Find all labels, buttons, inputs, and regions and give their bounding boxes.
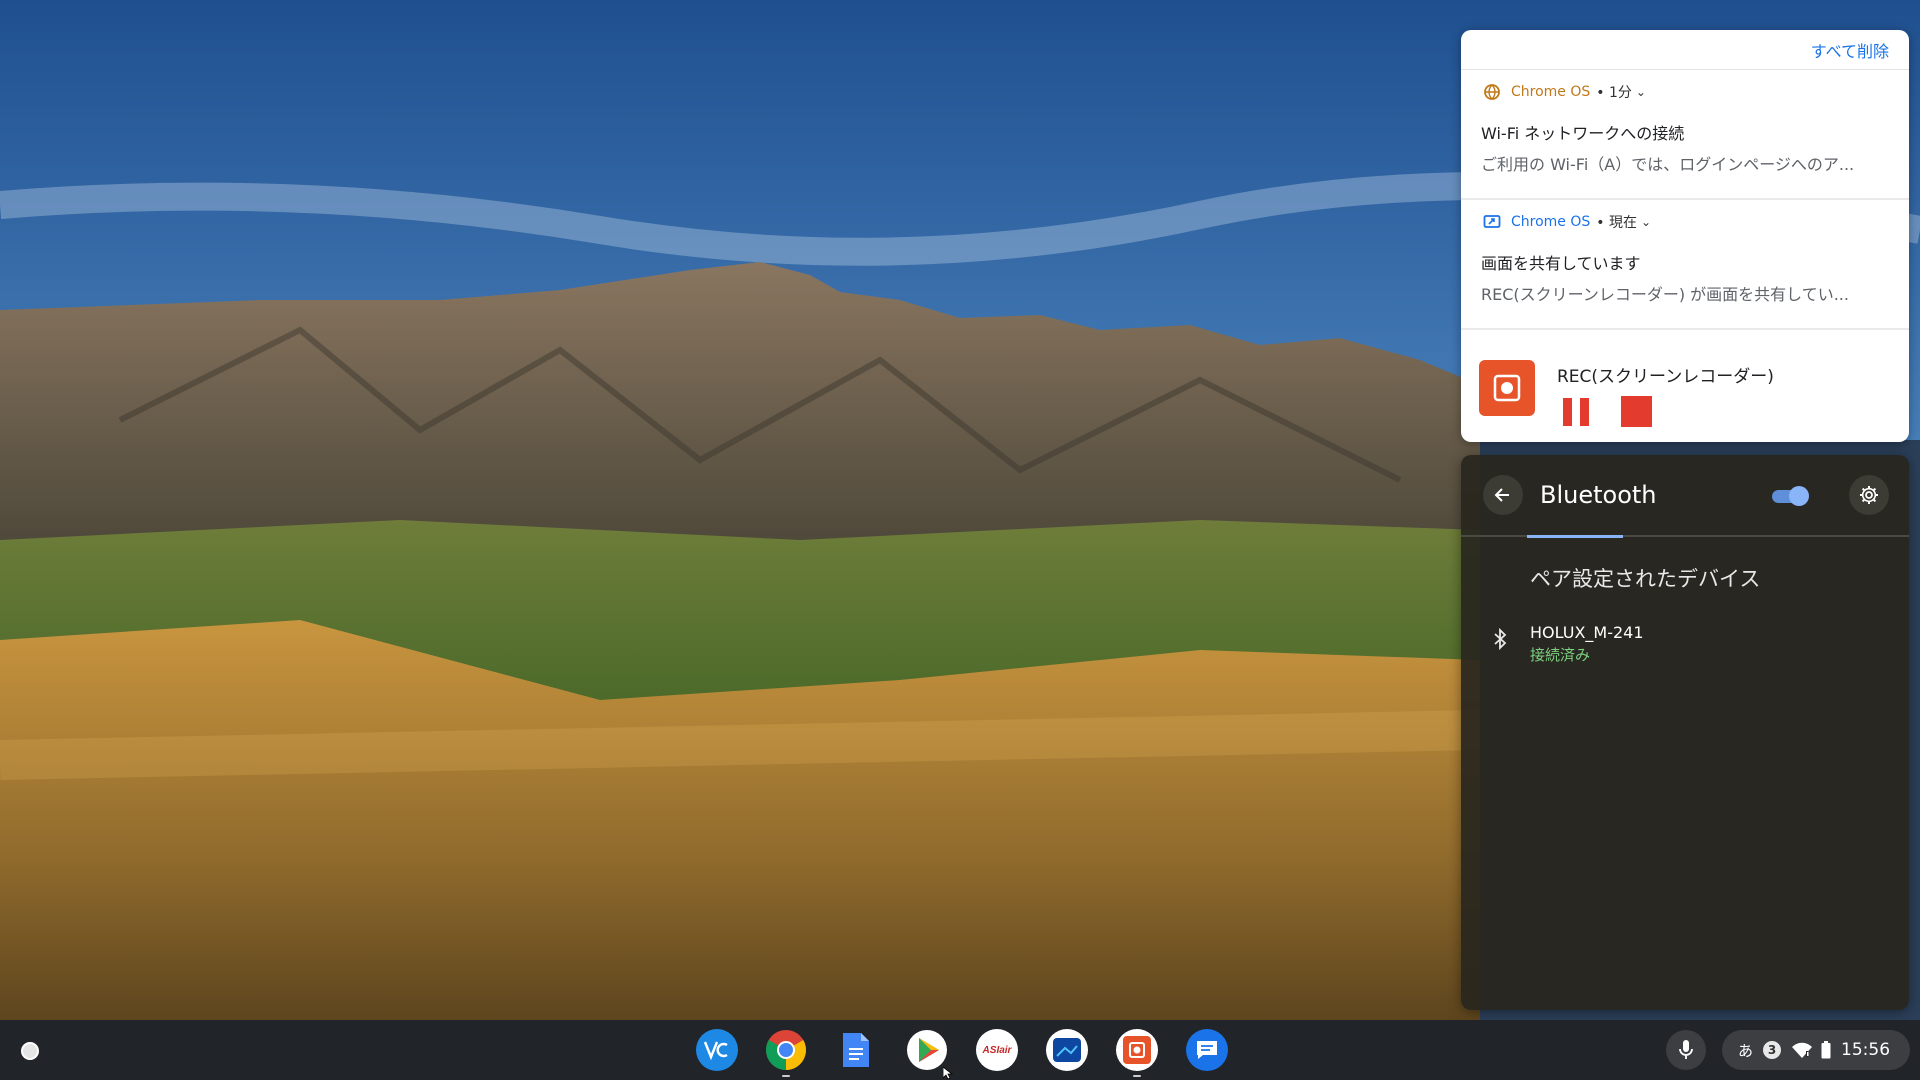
notification-time: • 1分 (1596, 85, 1632, 101)
recorder-notification[interactable]: REC(スクリーンレコーダー) (1461, 330, 1909, 442)
notification-source: Chrome OS (1511, 214, 1591, 230)
play-store-app-icon[interactable] (906, 1029, 948, 1071)
bluetooth-title: Bluetooth (1540, 481, 1657, 509)
bluetooth-icon (1489, 627, 1511, 651)
launcher-icon (21, 1042, 39, 1060)
ime-indicator: あ (1738, 1041, 1754, 1060)
notification-wifi[interactable]: Chrome OS • 1分 ⌄ Wi-Fi ネットワークへの接続 ご利用の W… (1461, 70, 1909, 200)
launcher-button[interactable] (12, 1033, 48, 1069)
notification-count-badge: 3 (1763, 1041, 1782, 1059)
clear-all-button[interactable]: すべて削除 (1811, 38, 1889, 62)
chevron-down-icon[interactable]: ⌄ (1636, 85, 1646, 99)
notification-header: すべて削除 (1461, 30, 1909, 70)
pause-icon[interactable] (1563, 398, 1593, 426)
running-indicator (1133, 1075, 1141, 1077)
notification-title: 画面を共有しています (1481, 254, 1641, 273)
notification-title: Wi-Fi ネットワークへの接続 (1481, 124, 1685, 143)
battery-icon (1821, 1041, 1831, 1059)
notification-body: REC(スクリーンレコーダー) が画面を共有してい... (1481, 285, 1849, 304)
shelf: ASIair あ 3 15:56 (0, 1020, 1920, 1080)
bluetooth-panel: Bluetooth ペア設定されたデバイス HOLUX_M-241 接続済み (1461, 455, 1909, 1010)
messages-app-icon[interactable] (1186, 1029, 1228, 1071)
stop-icon[interactable] (1621, 396, 1652, 427)
clock: 15:56 (1841, 1040, 1891, 1060)
screen-recorder-app-icon[interactable] (1116, 1029, 1158, 1077)
device-name: HOLUX_M-241 (1530, 623, 1644, 642)
bluetooth-device-item[interactable]: HOLUX_M-241 接続済み (1481, 615, 1889, 675)
paired-devices-heading: ペア設定されたデバイス (1530, 567, 1761, 591)
asiair-label: ASIair (982, 1044, 1012, 1056)
notification-center: すべて削除 Chrome OS • 1分 ⌄ Wi-Fi ネットワークへの接続 … (1461, 30, 1909, 442)
running-indicator (782, 1075, 790, 1077)
notification-header-row: Chrome OS • 現在 ⌄ (1483, 212, 1651, 232)
chrome-app-icon[interactable] (765, 1029, 807, 1077)
scan-progress-bar (1527, 535, 1623, 538)
back-arrow-icon[interactable] (1483, 475, 1523, 515)
notification-time: • 現在 (1596, 215, 1637, 231)
notification-header-row: Chrome OS • 1分 ⌄ (1483, 82, 1646, 102)
screen-recorder-icon (1479, 360, 1535, 416)
screen-share-icon (1483, 213, 1501, 231)
notification-source: Chrome OS (1511, 84, 1591, 100)
gear-icon[interactable] (1849, 475, 1889, 515)
wifi-icon (1791, 1041, 1813, 1059)
device-status: 接続済み (1530, 646, 1591, 664)
recorder-title: REC(スクリーンレコーダー) (1557, 367, 1774, 387)
toggle-thumb (1789, 486, 1809, 506)
mouse-cursor-icon (943, 1067, 953, 1080)
bluetooth-header: Bluetooth (1461, 455, 1909, 538)
globe-icon (1483, 83, 1501, 101)
notification-body: ご利用の Wi-Fi（A）では、ログインページへのア... (1481, 155, 1855, 174)
notification-screen-share[interactable]: Chrome OS • 現在 ⌄ 画面を共有しています REC(スクリーンレコー… (1461, 200, 1909, 330)
asiair-app-icon[interactable]: ASIair (976, 1029, 1018, 1071)
microphone-icon[interactable] (1666, 1030, 1706, 1070)
bluetooth-toggle[interactable] (1769, 485, 1809, 507)
system-tray[interactable]: あ 3 15:56 (1722, 1030, 1910, 1070)
docs-app-icon[interactable] (835, 1029, 877, 1071)
chevron-down-icon[interactable]: ⌄ (1641, 215, 1651, 229)
vectr-app-icon[interactable] (696, 1029, 738, 1071)
photo-app-icon[interactable] (1046, 1029, 1088, 1071)
